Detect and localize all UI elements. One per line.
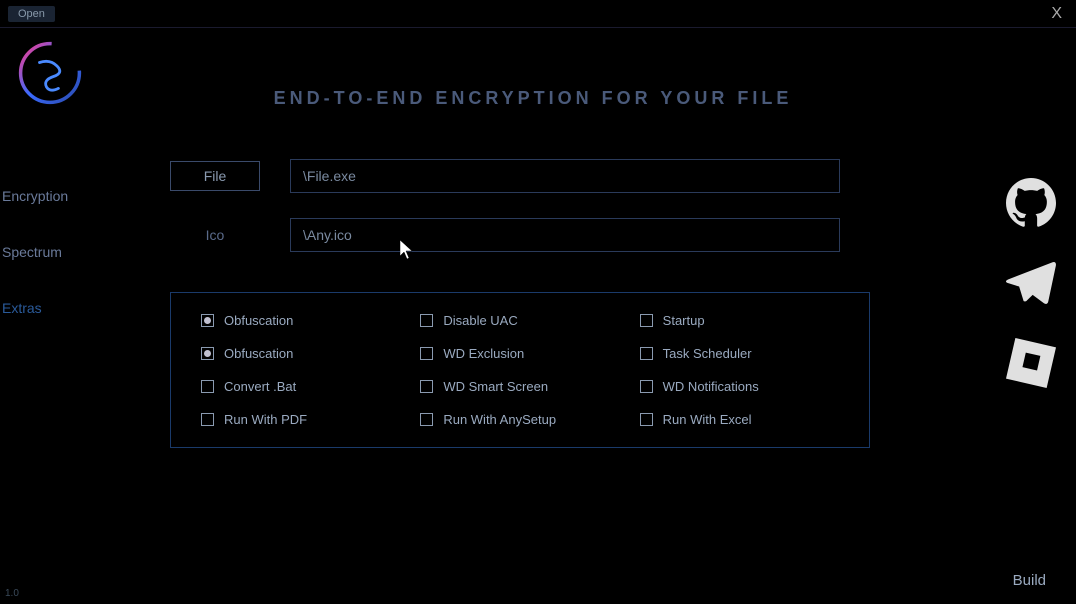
checkbox-icon [640,347,653,360]
option-label: Obfuscation [224,346,293,361]
options-grid: Obfuscation Disable UAC Startup Obfuscat… [201,313,839,427]
option-task-scheduler[interactable]: Task Scheduler [640,346,839,361]
option-label: Run With Excel [663,412,752,427]
center-panel: END-TO-END ENCRYPTION FOR YOUR FILE File… [100,28,986,604]
option-label: Obfuscation [224,313,293,328]
option-label: Startup [663,313,705,328]
options-panel: Obfuscation Disable UAC Startup Obfuscat… [170,292,870,448]
option-label: Disable UAC [443,313,517,328]
app-logo [15,38,85,108]
close-button[interactable]: X [1045,5,1068,23]
checkbox-icon [420,314,433,327]
right-panel [986,28,1076,604]
option-label: WD Smart Screen [443,379,548,394]
option-obfuscation-2[interactable]: Obfuscation [201,346,400,361]
sidebar-item-encryption[interactable]: Encryption [0,168,100,224]
checkbox-icon [420,413,433,426]
option-run-with-excel[interactable]: Run With Excel [640,412,839,427]
file-path-input[interactable] [290,159,840,193]
option-label: Run With PDF [224,412,307,427]
option-wd-exclusion[interactable]: WD Exclusion [420,346,619,361]
version-label: 1.0 [5,588,19,599]
option-label: Convert .Bat [224,379,296,394]
option-wd-smartscreen[interactable]: WD Smart Screen [420,379,619,394]
sidebar: Encryption Spectrum Extras [0,28,100,604]
option-obfuscation-1[interactable]: Obfuscation [201,313,400,328]
option-label: Task Scheduler [663,346,752,361]
checkbox-icon [420,347,433,360]
checkbox-icon [201,413,214,426]
checkbox-icon [201,347,214,360]
ico-path-input[interactable] [290,218,840,252]
file-section: File Ico [110,159,956,277]
titlebar: Open X [0,0,1076,28]
option-label: Run With AnySetup [443,412,556,427]
file-label-button[interactable]: File [170,161,260,191]
checkbox-icon [640,314,653,327]
option-label: WD Exclusion [443,346,524,361]
sidebar-item-extras[interactable]: Extras [0,280,100,336]
ico-input-row: Ico [170,218,956,252]
ico-label: Ico [170,227,260,243]
page-title: END-TO-END ENCRYPTION FOR YOUR FILE [110,88,956,109]
file-input-row: File [170,159,956,193]
option-disable-uac[interactable]: Disable UAC [420,313,619,328]
checkbox-icon [201,314,214,327]
option-convert-bat[interactable]: Convert .Bat [201,379,400,394]
github-icon[interactable] [1006,178,1056,228]
checkbox-icon [201,380,214,393]
telegram-icon[interactable] [1006,258,1056,308]
option-run-with-anysetup[interactable]: Run With AnySetup [420,412,619,427]
build-button[interactable]: Build [1013,572,1046,589]
roblox-icon[interactable] [1006,338,1056,388]
main-content: Encryption Spectrum Extras END-TO-END EN… [0,28,1076,604]
open-button[interactable]: Open [8,6,55,22]
checkbox-icon [640,413,653,426]
checkbox-icon [640,380,653,393]
checkbox-icon [420,380,433,393]
option-wd-notifications[interactable]: WD Notifications [640,379,839,394]
sidebar-item-spectrum[interactable]: Spectrum [0,224,100,280]
option-run-with-pdf[interactable]: Run With PDF [201,412,400,427]
option-label: WD Notifications [663,379,759,394]
option-startup[interactable]: Startup [640,313,839,328]
